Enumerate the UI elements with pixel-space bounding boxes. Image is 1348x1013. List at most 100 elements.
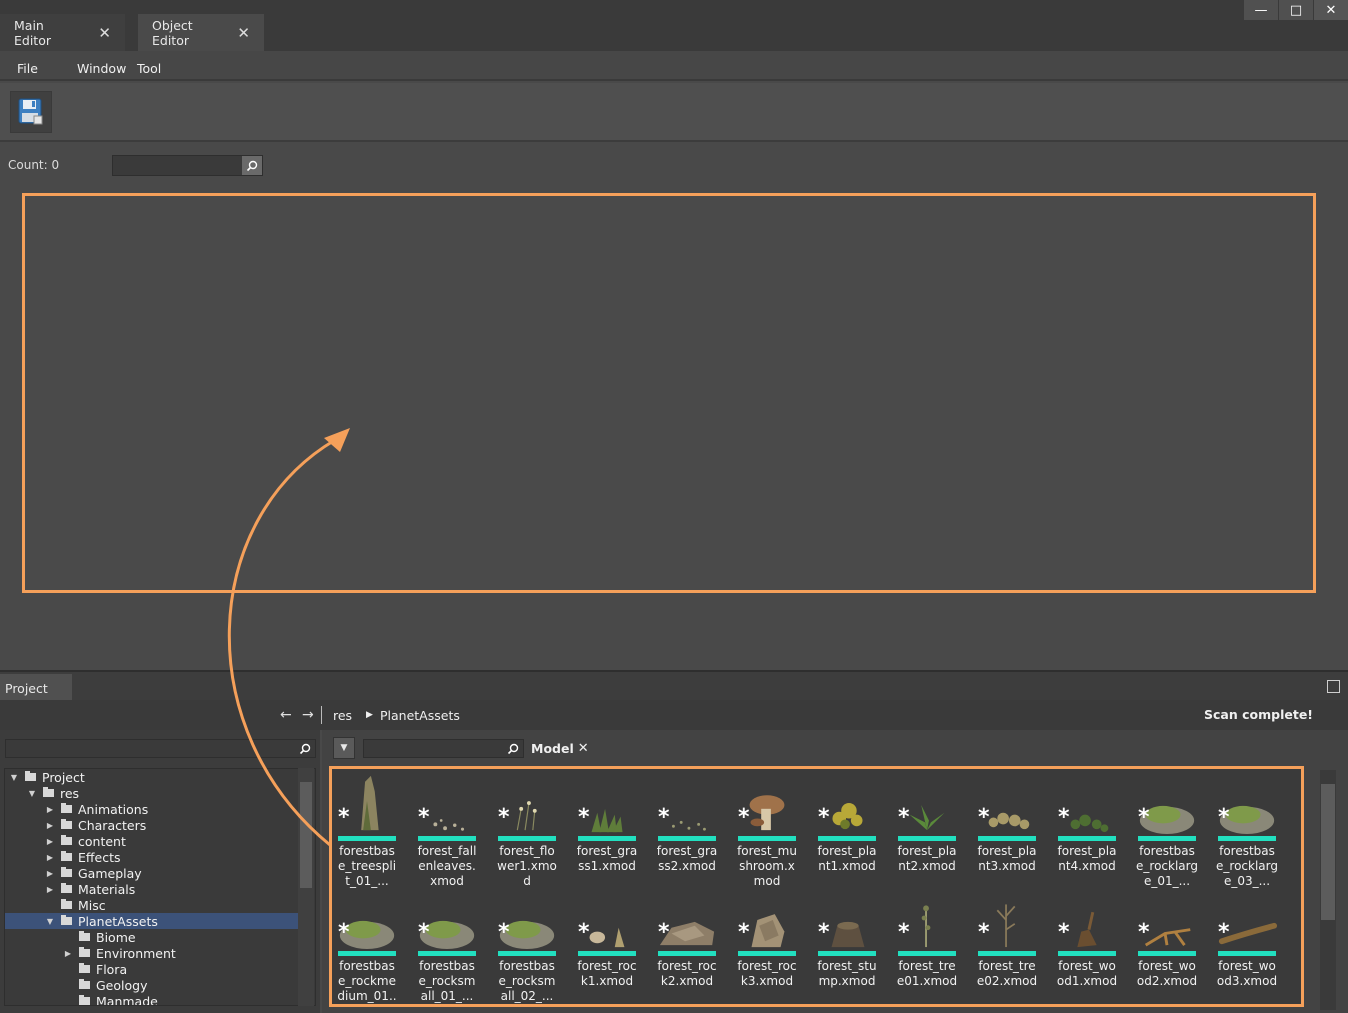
asset-tile[interactable]: * forest_rock3.xmod [736,886,812,998]
tree-item-planetassets[interactable]: ▼ PlanetAssets [5,913,299,929]
remove-filter-icon[interactable]: ✕ [578,741,589,756]
breadcrumb-planetassets[interactable]: PlanetAssets [380,708,460,723]
tab-project[interactable]: Project [0,674,72,702]
folder-icon [61,803,72,813]
asset-tile[interactable]: * forest_plant4.xmod [1056,771,1132,883]
minimize-button[interactable]: — [1244,0,1278,20]
chevron-right-icon[interactable]: ▶ [45,885,55,894]
scrollbar-thumb[interactable] [300,782,312,888]
close-icon[interactable]: ✕ [98,24,111,42]
asset-tile[interactable]: * forestbase_rockmedium_01.. [336,886,412,1003]
tree-item-environment[interactable]: ▶ Environment [63,945,176,961]
object-drop-area[interactable] [22,193,1316,593]
asset-label: forest_stump.xmod [817,959,877,988]
asset-tile[interactable]: * forest_rock1.xmod [576,886,652,998]
scrollbar-thumb[interactable] [1321,784,1335,920]
chevron-right-icon[interactable]: ▶ [45,805,55,814]
menu-tool[interactable]: Tool [137,61,161,76]
asset-tile[interactable]: * forest_stump.xmod [816,886,892,998]
asset-tile[interactable]: * forestbase_treesplit_01_... [336,771,412,888]
asset-tile[interactable]: * forest_wood2.xmod [1136,886,1212,998]
project-nav-bar: ← → res ▶ PlanetAssets Scan complete! [0,700,1348,730]
tree-item-effects[interactable]: ▶ Effects [45,849,121,865]
asset-tile[interactable]: * forest_fallenleaves.xmod [416,771,492,889]
search-icon[interactable] [295,740,315,757]
asset-tile[interactable]: * forestbase_rocksmall_01_... [416,886,492,1003]
search-icon[interactable] [242,156,262,175]
menu-window[interactable]: Window [77,61,126,76]
asset-tile[interactable]: * forest_grass2.xmod [656,771,732,883]
count-label: Count: 0 [8,158,60,172]
tab-main-editor[interactable]: Main Editor ✕ [0,14,125,51]
chevron-down-icon[interactable]: ▼ [45,917,55,926]
tree-item-materials[interactable]: ▶ Materials [45,881,135,897]
tree-scrollbar[interactable] [298,768,314,1006]
tree-item-animations[interactable]: ▶ Animations [45,801,148,817]
asset-tile[interactable]: * forest_plant3.xmod [976,771,1052,883]
asset-label: forest_rock3.xmod [737,959,797,988]
asset-tile[interactable]: * forest_tree01.xmod [896,886,972,998]
asset-tile[interactable]: * forest_wood3.xmod [1216,886,1292,998]
tree-item-content[interactable]: ▶ content [45,833,126,849]
forward-arrow-icon[interactable]: → [302,707,314,723]
asset-status-bar [578,951,636,956]
chevron-down-icon[interactable]: ▼ [9,773,19,782]
tree-search-input[interactable] [5,739,316,758]
asterisk-icon: * [338,920,350,945]
asset-status-bar [418,951,476,956]
breadcrumb-separator-icon: ▶ [366,710,373,720]
asset-tile[interactable]: * forest_rock2.xmod [656,886,732,998]
tree-item-characters[interactable]: ▶ Characters [45,817,146,833]
folder-icon [61,851,72,861]
asterisk-icon: * [1218,920,1230,945]
pin-icon[interactable] [1327,680,1340,693]
asset-tile[interactable]: * forest_tree02.xmod [976,886,1052,998]
tree-item-biome[interactable]: Biome [63,929,136,945]
asset-tile[interactable]: * forest_wood1.xmod [1056,886,1132,998]
tree-item-label: Manmade [96,993,158,1006]
asset-tile[interactable]: * forest_plant2.xmod [896,771,972,883]
search-icon[interactable] [503,740,523,757]
chevron-down-icon[interactable]: ▼ [27,789,37,798]
save-button[interactable] [10,91,52,133]
object-search-input[interactable] [112,155,263,176]
tree-item-flora[interactable]: Flora [63,961,127,977]
chevron-right-icon[interactable]: ▶ [63,949,73,958]
back-arrow-icon[interactable]: ← [280,707,292,723]
tree-item-misc[interactable]: Misc [45,897,106,913]
tree-item-res[interactable]: ▼ res [27,785,79,801]
asset-label: forest_tree02.xmod [976,959,1038,988]
asset-tile[interactable]: * forestbase_rocklarge_01_... [1136,771,1212,888]
asset-tile[interactable]: * forestbase_rocksmall_02_... [496,886,572,1003]
folder-icon [79,995,90,1005]
chevron-right-icon[interactable]: ▶ [45,869,55,878]
tree-item-geology[interactable]: Geology [63,977,147,993]
asset-tile[interactable]: * forestbase_rocklarge_03_... [1216,771,1292,888]
breadcrumb-res[interactable]: res [333,708,352,723]
folder-icon [43,787,54,797]
chevron-right-icon[interactable]: ▶ [45,853,55,862]
folder-icon [61,883,72,893]
asterisk-icon: * [1138,805,1150,830]
asset-tile[interactable]: * forest_mushroom.xmod [736,771,812,888]
asset-tile[interactable]: * forest_plant1.xmod [816,771,892,883]
filter-dropdown-button[interactable]: ▼ [333,737,355,759]
project-panel-header: Project [0,670,1348,702]
asset-label: forest_fallenleaves.xmod [417,844,477,888]
asset-tile[interactable]: * forest_flower1.xmod [496,771,572,888]
maximize-button[interactable]: □ [1279,0,1313,20]
asset-tile[interactable]: * forest_grass1.xmod [576,771,652,883]
asset-label: forest_grass1.xmod [576,844,638,873]
tab-object-editor[interactable]: Object Editor ✕ [138,14,264,51]
close-icon[interactable]: ✕ [237,24,250,42]
tree-item-manmade[interactable]: Manmade [63,993,158,1006]
asset-search-input[interactable] [363,739,524,758]
menu-file[interactable]: File [17,61,38,76]
tree-item-label: content [78,833,126,849]
chevron-right-icon[interactable]: ▶ [45,837,55,846]
asterisk-icon: * [738,805,750,830]
close-window-button[interactable]: ✕ [1314,0,1348,20]
tree-item-project[interactable]: ▼ Project [9,769,85,785]
chevron-right-icon[interactable]: ▶ [45,821,55,830]
tree-item-gameplay[interactable]: ▶ Gameplay [45,865,142,881]
